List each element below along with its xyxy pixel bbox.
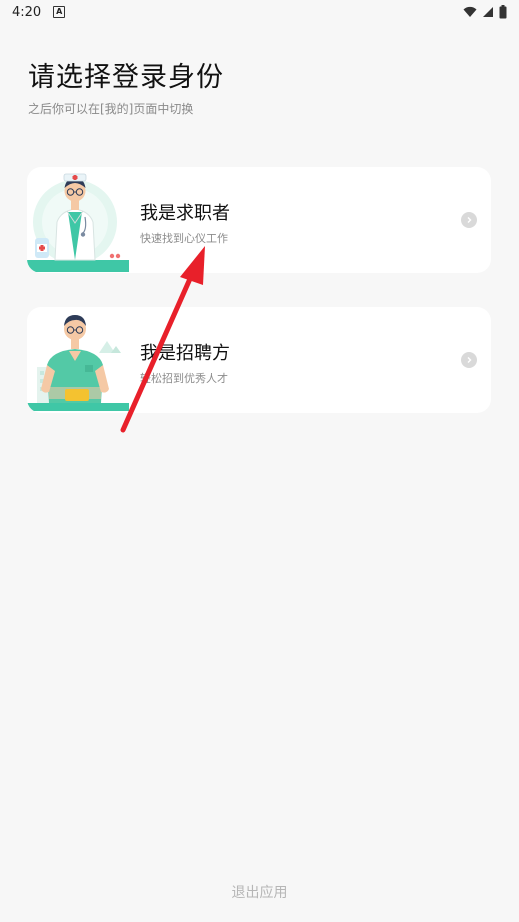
status-bar: 4:20 A: [0, 0, 519, 24]
job-seeker-card[interactable]: 我是求职者 快速找到心仪工作: [27, 167, 491, 273]
exit-app-button[interactable]: 退出应用: [0, 882, 519, 902]
red-arrow-annotation: [120, 246, 205, 433]
page-subtitle: 之后你可以在[我的]页面中切换: [28, 102, 194, 116]
recruiter-title: 我是招聘方: [140, 343, 230, 364]
chevron-right-icon: [461, 212, 477, 228]
wifi-icon: [463, 6, 477, 17]
page-title: 请选择登录身份: [28, 62, 224, 93]
status-time: 4:20: [12, 4, 42, 20]
signal-icon: [483, 7, 493, 17]
recruiter-illustration: [27, 315, 129, 411]
recruiter-subtitle: 轻松招到优秀人才: [140, 372, 228, 385]
battery-icon: [499, 5, 507, 19]
chevron-right-icon: [461, 352, 477, 368]
job-seeker-subtitle: 快速找到心仪工作: [140, 232, 228, 245]
doctor-illustration: [27, 173, 129, 272]
job-seeker-title: 我是求职者: [140, 203, 230, 224]
status-left: 4:20 A: [12, 4, 66, 20]
notification-icon: A: [53, 6, 66, 18]
recruiter-card[interactable]: 我是招聘方 轻松招到优秀人才: [27, 307, 491, 413]
status-icons: [463, 5, 507, 19]
